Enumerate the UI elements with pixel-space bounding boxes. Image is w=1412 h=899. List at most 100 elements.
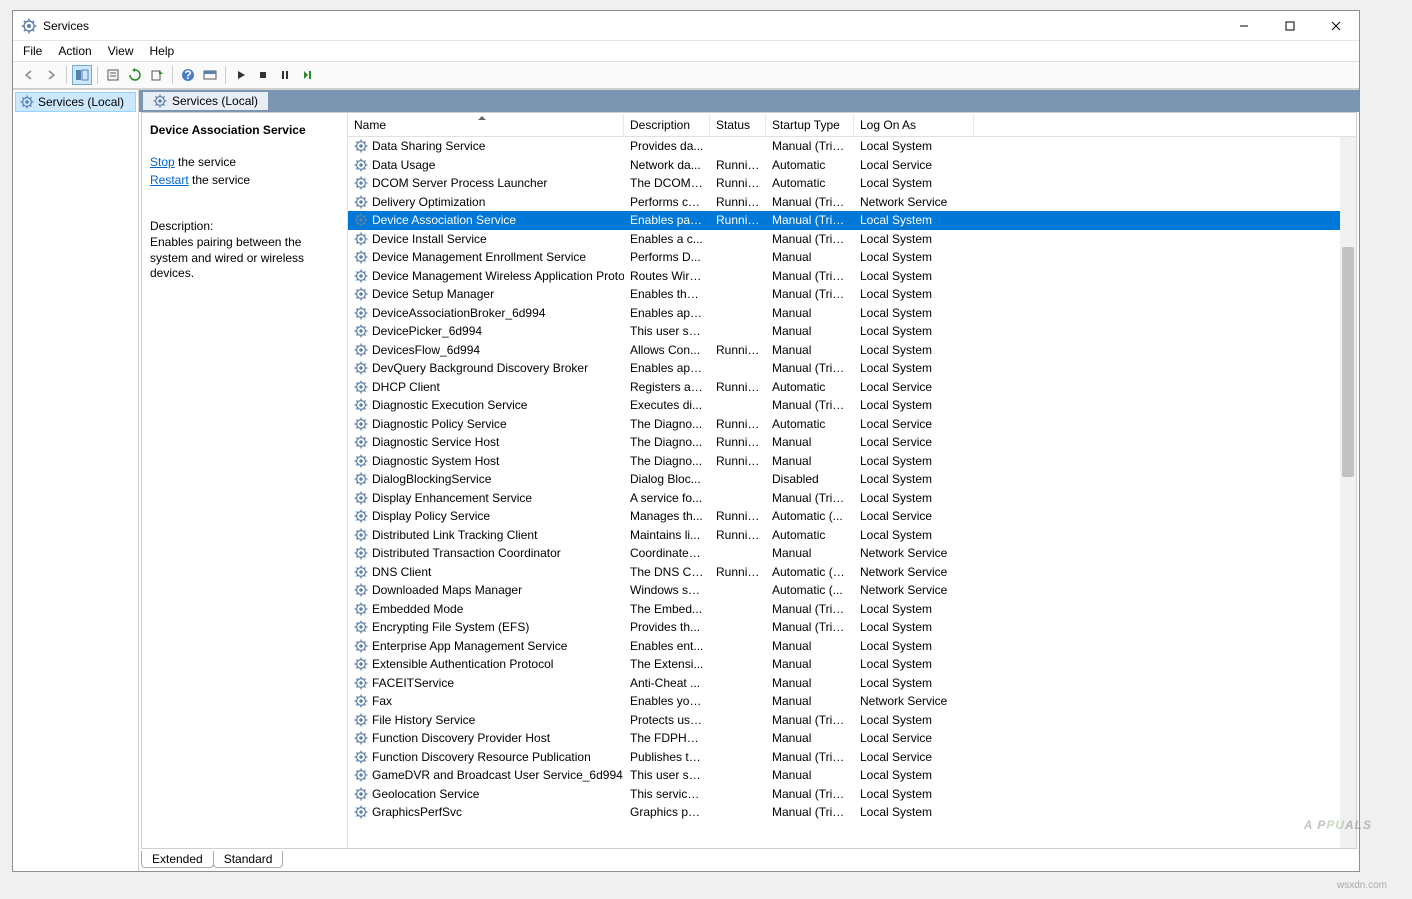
service-row[interactable]: Downloaded Maps ManagerWindows se...Auto… bbox=[348, 581, 1356, 600]
service-desc: Enables a c... bbox=[624, 232, 710, 246]
col-status[interactable]: Status bbox=[710, 114, 766, 136]
service-row[interactable]: Distributed Link Tracking ClientMaintain… bbox=[348, 526, 1356, 545]
forward-button[interactable] bbox=[41, 65, 61, 85]
col-name[interactable]: Name bbox=[348, 114, 624, 136]
service-row[interactable]: DevicePicker_6d994This user ser...Manual… bbox=[348, 322, 1356, 341]
service-desc: Registers an... bbox=[624, 380, 710, 394]
tab-extended[interactable]: Extended bbox=[141, 851, 214, 868]
service-name: Enterprise App Management Service bbox=[372, 639, 567, 653]
refresh-button[interactable] bbox=[125, 65, 145, 85]
service-row[interactable]: Data Sharing ServiceProvides da...Manual… bbox=[348, 137, 1356, 156]
col-logon[interactable]: Log On As bbox=[854, 114, 974, 136]
service-row[interactable]: DeviceAssociationBroker_6d994Enables app… bbox=[348, 304, 1356, 323]
service-startup: Manual bbox=[766, 657, 854, 671]
help-button[interactable]: ? bbox=[178, 65, 198, 85]
service-row[interactable]: Display Policy ServiceManages th...Runni… bbox=[348, 507, 1356, 526]
service-row[interactable]: Diagnostic System HostThe Diagno...Runni… bbox=[348, 452, 1356, 471]
gear-icon bbox=[354, 232, 368, 246]
service-row[interactable]: Diagnostic Service HostThe Diagno...Runn… bbox=[348, 433, 1356, 452]
service-status: Running bbox=[710, 417, 766, 431]
service-row[interactable]: FACEITServiceAnti-Cheat ...ManualLocal S… bbox=[348, 674, 1356, 693]
service-row[interactable]: GraphicsPerfSvcGraphics pe...Manual (Tri… bbox=[348, 803, 1356, 822]
menu-file[interactable]: File bbox=[23, 44, 42, 58]
service-logon: Local System bbox=[854, 620, 974, 634]
service-name: Device Management Enrollment Service bbox=[372, 250, 586, 264]
tree-root-node[interactable]: Services (Local) bbox=[15, 92, 136, 112]
service-desc: Executes di... bbox=[624, 398, 710, 412]
service-logon: Local System bbox=[854, 528, 974, 542]
tab-standard[interactable]: Standard bbox=[213, 851, 284, 868]
service-row[interactable]: DialogBlockingServiceDialog Bloc...Disab… bbox=[348, 470, 1356, 489]
service-status: Running bbox=[710, 195, 766, 209]
gear-icon bbox=[354, 750, 368, 764]
export-button[interactable] bbox=[147, 65, 167, 85]
properties-button[interactable] bbox=[103, 65, 123, 85]
col-startup[interactable]: Startup Type bbox=[766, 114, 854, 136]
menu-help[interactable]: Help bbox=[150, 44, 175, 58]
stop-link[interactable]: Stop bbox=[150, 155, 175, 169]
service-row[interactable]: Diagnostic Policy ServiceThe Diagno...Ru… bbox=[348, 415, 1356, 434]
service-desc: Performs co... bbox=[624, 195, 710, 209]
service-row[interactable]: DNS ClientThe DNS Cli...RunningAutomatic… bbox=[348, 563, 1356, 582]
service-row[interactable]: Embedded ModeThe Embed...Manual (Trig...… bbox=[348, 600, 1356, 619]
service-row[interactable]: DCOM Server Process LauncherThe DCOML...… bbox=[348, 174, 1356, 193]
col-description[interactable]: Description bbox=[624, 114, 710, 136]
service-row[interactable]: GameDVR and Broadcast User Service_6d994… bbox=[348, 766, 1356, 785]
menu-action[interactable]: Action bbox=[58, 44, 91, 58]
service-row[interactable]: DevicesFlow_6d994Allows Con...RunningMan… bbox=[348, 341, 1356, 360]
stop-service-button[interactable] bbox=[253, 65, 273, 85]
minimize-button[interactable] bbox=[1221, 11, 1267, 41]
titlebar[interactable]: Services bbox=[13, 11, 1359, 41]
service-row[interactable]: Distributed Transaction CoordinatorCoord… bbox=[348, 544, 1356, 563]
service-row[interactable]: Geolocation ServiceThis service ...Manua… bbox=[348, 785, 1356, 804]
service-row[interactable]: Diagnostic Execution ServiceExecutes di.… bbox=[348, 396, 1356, 415]
service-row[interactable]: Delivery OptimizationPerforms co...Runni… bbox=[348, 193, 1356, 212]
maximize-button[interactable] bbox=[1267, 11, 1313, 41]
tree-root-label: Services (Local) bbox=[38, 95, 124, 109]
menu-view[interactable]: View bbox=[108, 44, 134, 58]
service-row[interactable]: Display Enhancement ServiceA service fo.… bbox=[348, 489, 1356, 508]
service-row[interactable]: Extensible Authentication ProtocolThe Ex… bbox=[348, 655, 1356, 674]
service-startup: Manual (Trig... bbox=[766, 195, 854, 209]
service-status: Running bbox=[710, 565, 766, 579]
service-row[interactable]: Data UsageNetwork da...RunningAutomaticL… bbox=[348, 156, 1356, 175]
service-name: Function Discovery Provider Host bbox=[372, 731, 550, 745]
service-desc: Enables app... bbox=[624, 361, 710, 375]
service-desc: A service fo... bbox=[624, 491, 710, 505]
detail-pane: Device Association Service Stop the serv… bbox=[142, 113, 348, 848]
service-startup: Manual bbox=[766, 324, 854, 338]
service-row[interactable]: FaxEnables you...ManualNetwork Service bbox=[348, 692, 1356, 711]
pause-service-button[interactable] bbox=[275, 65, 295, 85]
window-controls bbox=[1221, 11, 1359, 41]
service-row[interactable]: Function Discovery Provider HostThe FDPH… bbox=[348, 729, 1356, 748]
service-row[interactable]: Device Management Wireless Application P… bbox=[348, 267, 1356, 286]
close-button[interactable] bbox=[1313, 11, 1359, 41]
service-desc: The Diagno... bbox=[624, 417, 710, 431]
service-logon: Local System bbox=[854, 139, 974, 153]
scrollbar[interactable] bbox=[1340, 137, 1356, 848]
service-row[interactable]: Enterprise App Management ServiceEnables… bbox=[348, 637, 1356, 656]
gear-icon bbox=[354, 435, 368, 449]
service-row[interactable]: Device Install ServiceEnables a c...Manu… bbox=[348, 230, 1356, 249]
service-row[interactable]: DevQuery Background Discovery BrokerEnab… bbox=[348, 359, 1356, 378]
service-row[interactable]: Encrypting File System (EFS)Provides th.… bbox=[348, 618, 1356, 637]
show-hide-tree-button[interactable] bbox=[72, 65, 92, 85]
restart-service-button[interactable] bbox=[297, 65, 317, 85]
service-status: Running bbox=[710, 343, 766, 357]
start-service-button[interactable] bbox=[231, 65, 251, 85]
service-startup: Automatic (... bbox=[766, 583, 854, 597]
service-row[interactable]: Device Association ServiceEnables pair..… bbox=[348, 211, 1356, 230]
service-desc: Performs D... bbox=[624, 250, 710, 264]
service-desc: Provides da... bbox=[624, 139, 710, 153]
service-row[interactable]: Device Setup ManagerEnables the ...Manua… bbox=[348, 285, 1356, 304]
view-tab-label: Services (Local) bbox=[172, 94, 258, 108]
scrollbar-thumb[interactable] bbox=[1342, 247, 1354, 477]
restart-link[interactable]: Restart bbox=[150, 173, 189, 187]
view-tab[interactable]: Services (Local) bbox=[143, 92, 268, 110]
back-button[interactable] bbox=[19, 65, 39, 85]
service-row[interactable]: Device Management Enrollment Service Perf… bbox=[348, 248, 1356, 267]
service-row[interactable]: DHCP ClientRegisters an...RunningAutomat… bbox=[348, 378, 1356, 397]
service-row[interactable]: Function Discovery Resource PublicationP… bbox=[348, 748, 1356, 767]
service-row[interactable]: File History ServiceProtects use...Manua… bbox=[348, 711, 1356, 730]
action-bar-button[interactable] bbox=[200, 65, 220, 85]
